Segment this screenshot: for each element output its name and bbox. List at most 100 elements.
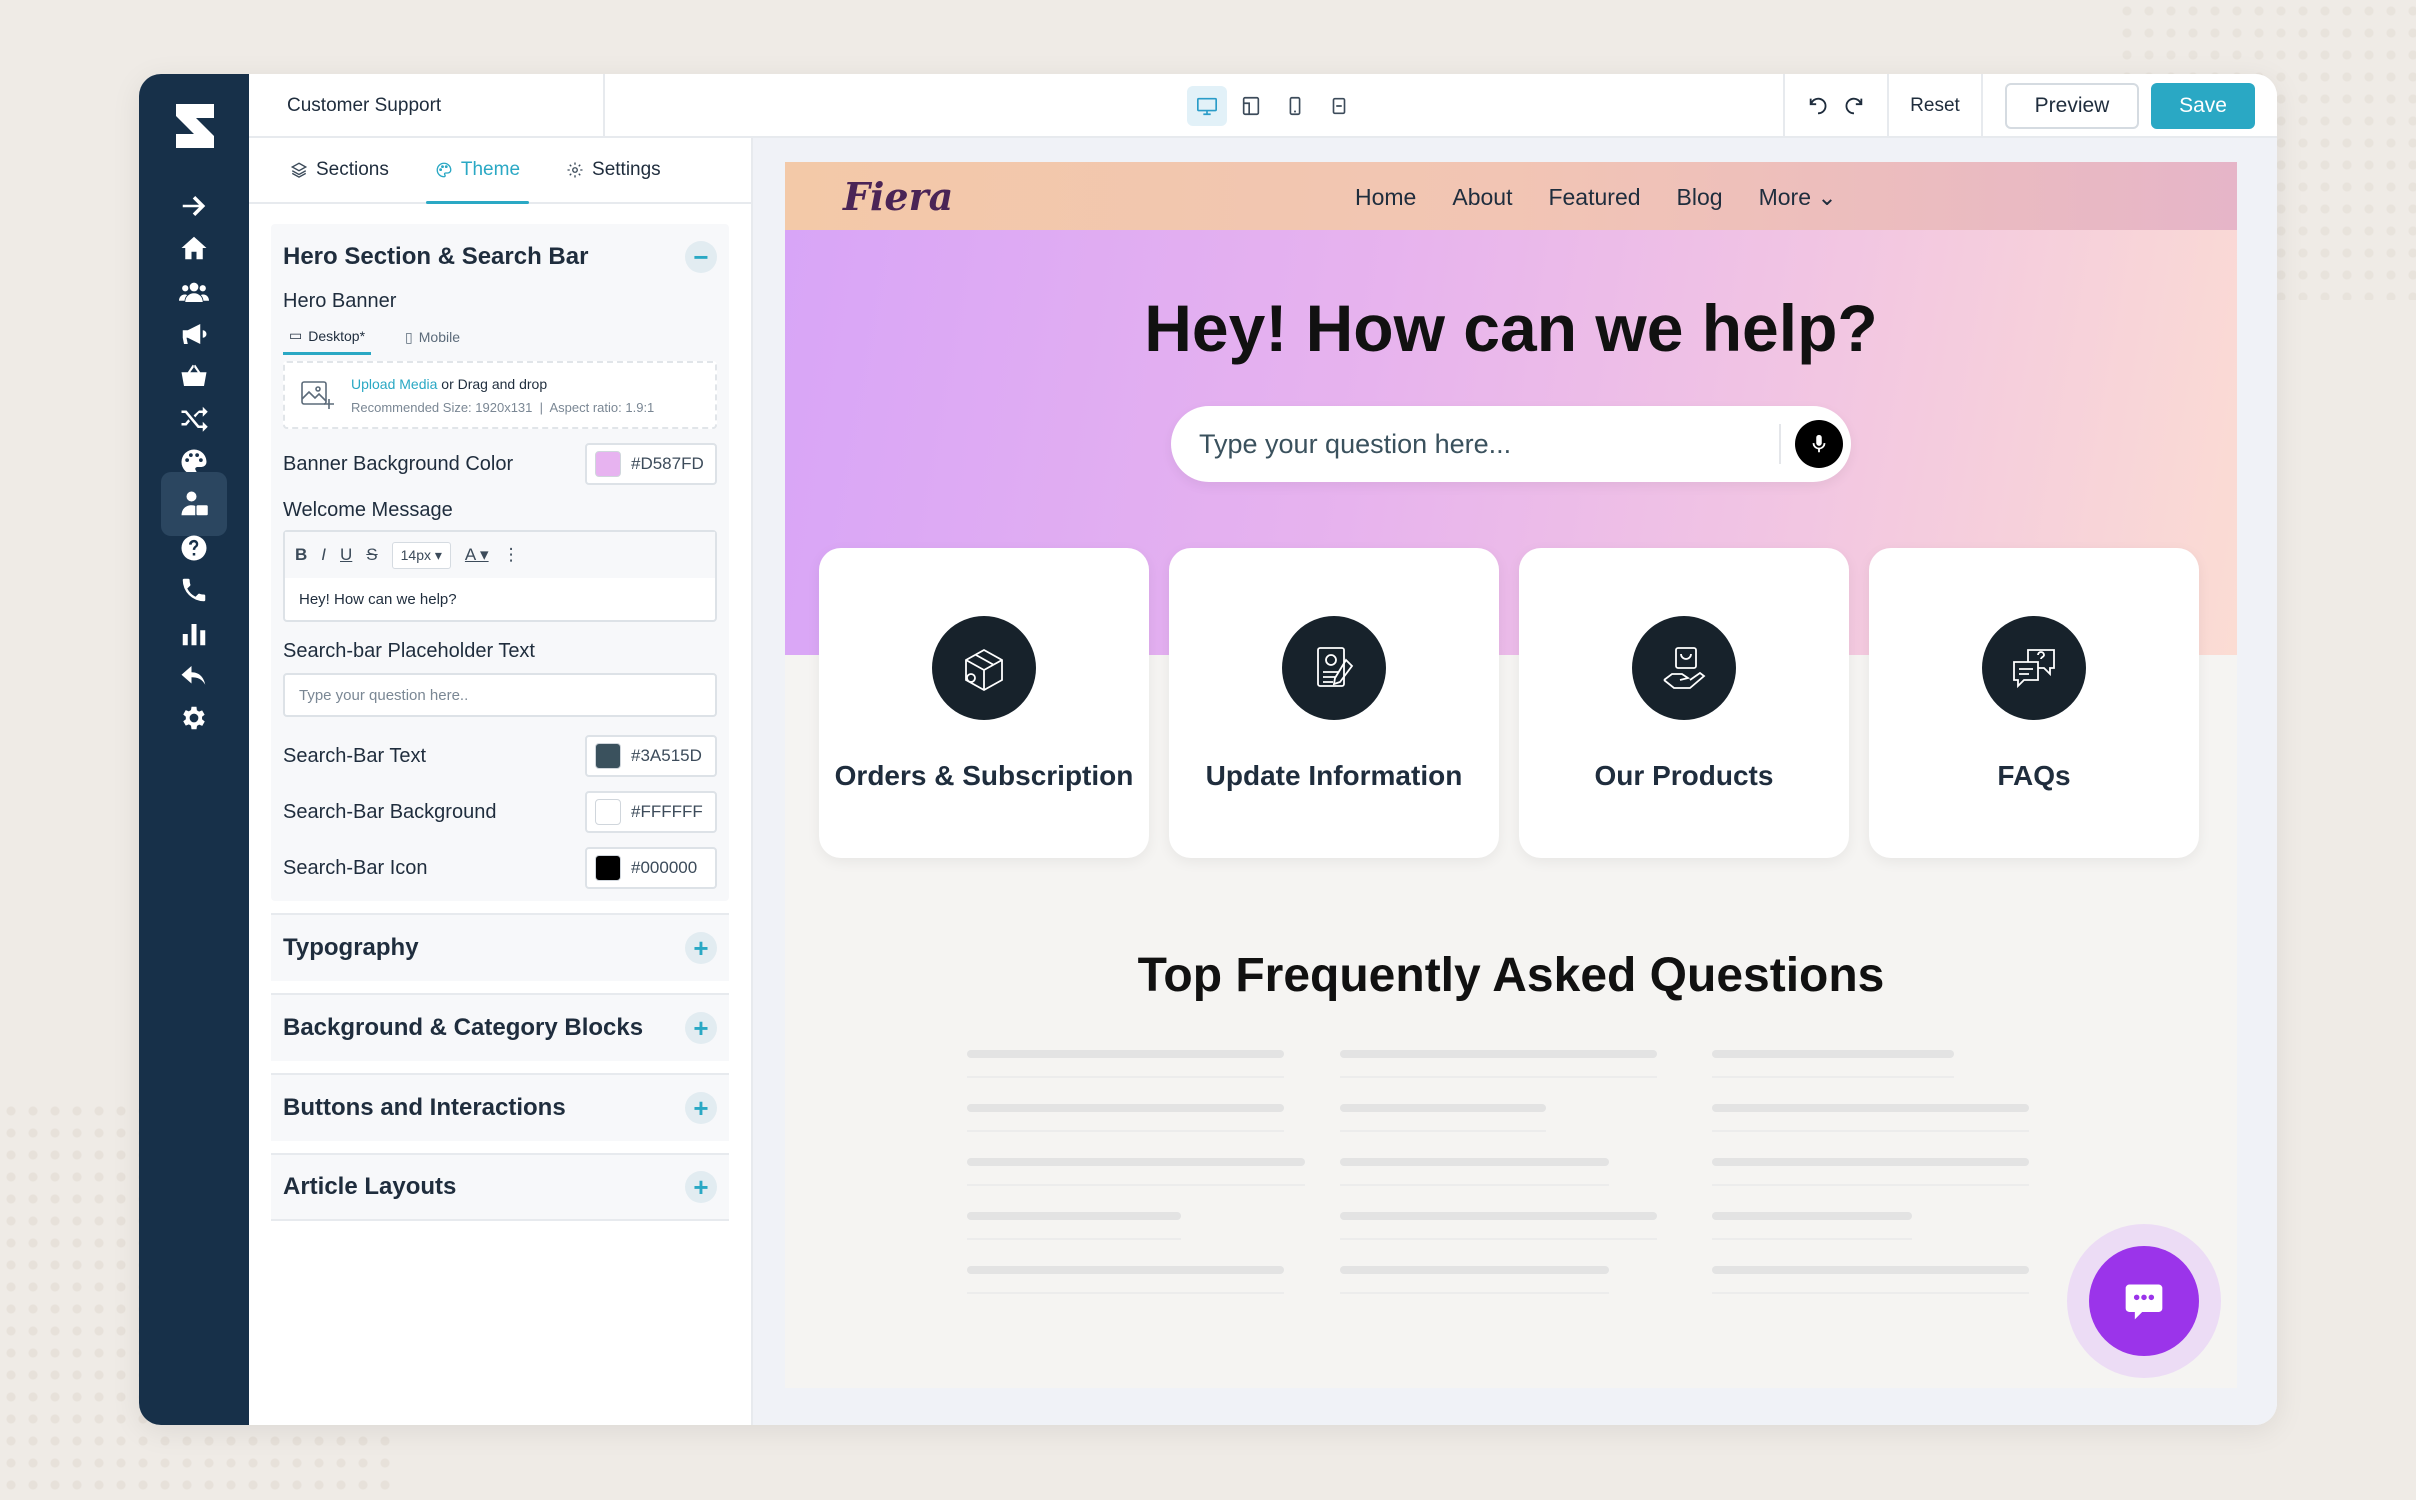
placeholder-input[interactable]: Type your question here..	[283, 673, 717, 717]
category-card[interactable]: FAQs	[1869, 548, 2199, 858]
color-value: #3A515D	[631, 746, 702, 765]
upload-dropzone[interactable]: Upload Media or Drag and drop Recommende…	[283, 361, 717, 429]
profile-document-icon	[1282, 616, 1386, 720]
bg-color-picker[interactable]: #D587FD	[585, 443, 717, 485]
bold-icon[interactable]: B	[295, 545, 307, 565]
gear-icon[interactable]	[161, 686, 227, 750]
chat-widget[interactable]	[2067, 1224, 2221, 1378]
welcome-label: Welcome Message	[283, 499, 453, 521]
color-chip	[595, 855, 621, 881]
more-options-icon[interactable]: ⋮	[503, 545, 520, 565]
nav-blog[interactable]: Blog	[1677, 184, 1723, 211]
desktop-icon: ▭	[289, 327, 303, 343]
expand-icon[interactable]: +	[685, 1092, 717, 1124]
desktop-icon[interactable]	[1187, 86, 1227, 126]
search-divider	[1779, 424, 1781, 464]
save-button[interactable]: Save	[2151, 83, 2255, 129]
section-title: Article Layouts	[283, 1173, 457, 1200]
preview-canvas: Fiera Home About Featured Blog More ⌄ He…	[753, 138, 2277, 1425]
hero-section-header[interactable]: Hero Section & Search Bar −	[271, 224, 729, 290]
faq-column	[1712, 1050, 2057, 1320]
editor-toolbar: B I U S 14px ▾ A ▾ ⋮	[285, 532, 715, 578]
color-chip	[595, 451, 621, 477]
preview-button[interactable]: Preview	[2005, 83, 2139, 129]
site-navbar: Fiera Home About Featured Blog More ⌄	[785, 162, 2237, 230]
section-title: Background & Category Blocks	[283, 1014, 644, 1041]
color-value: #000000	[631, 858, 698, 877]
card-label: FAQs	[1997, 760, 2071, 791]
upload-drag-text: Drag and drop	[457, 375, 548, 392]
microphone-icon[interactable]	[1795, 420, 1843, 468]
redo-icon[interactable]	[1843, 95, 1865, 117]
card-label: Our Products	[1594, 760, 1774, 791]
hero-search-bar[interactable]: Type your question here...	[1171, 406, 1851, 482]
reset-button[interactable]: Reset	[1887, 74, 1983, 138]
placeholder-line	[1339, 1104, 1547, 1132]
toolbar-actions: Reset Preview Save	[1783, 74, 2277, 138]
placeholder-line	[967, 1212, 1181, 1240]
nav-home[interactable]: Home	[1355, 184, 1416, 211]
logo-icon	[176, 104, 214, 148]
background-blocks-section[interactable]: Background & Category Blocks +	[271, 993, 729, 1061]
sb-icon-color-picker[interactable]: #000000	[585, 847, 717, 889]
underline-icon[interactable]: U	[340, 545, 352, 565]
upload-or: or	[441, 375, 454, 392]
font-size-select[interactable]: 14px ▾	[391, 541, 451, 569]
placeholder-line	[967, 1104, 1285, 1132]
placeholder-line	[1712, 1212, 1913, 1240]
brand-logo[interactable]: Fiera	[843, 174, 953, 219]
text-color-icon[interactable]: A ▾	[465, 545, 489, 565]
welcome-text[interactable]: Hey! How can we help?	[285, 578, 715, 620]
nav-more-label: More	[1758, 184, 1811, 210]
banner-device-tabs: ▭ Desktop* ▯ Mobile	[283, 327, 717, 355]
expand-icon[interactable]: +	[685, 932, 717, 964]
bg-color-label: Banner Background Color	[283, 452, 514, 475]
category-card[interactable]: Our Products	[1519, 548, 1849, 858]
tablet-landscape-icon[interactable]	[1231, 86, 1271, 126]
subtab-mobile[interactable]: ▯ Mobile	[399, 327, 466, 355]
site-nav-links: Home About Featured Blog More ⌄	[1355, 184, 1837, 211]
sb-text-color-picker[interactable]: #3A515D	[585, 735, 717, 777]
nav-featured[interactable]: Featured	[1548, 184, 1640, 211]
subtab-label: Mobile	[418, 329, 461, 345]
placeholder-line	[967, 1050, 1285, 1078]
expand-icon[interactable]: +	[685, 1012, 717, 1044]
nav-about[interactable]: About	[1452, 184, 1512, 211]
color-chip	[595, 799, 621, 825]
sb-bg-color-picker[interactable]: #FFFFFF	[585, 791, 717, 833]
collapse-icon[interactable]: −	[685, 241, 717, 273]
upload-media-link[interactable]: Upload Media	[351, 376, 437, 392]
placeholder-line	[1712, 1050, 1954, 1078]
hero-banner-label: Hero Banner	[283, 290, 397, 312]
tab-settings[interactable]: Settings	[543, 138, 684, 202]
faq-column	[967, 1050, 1312, 1320]
typography-section[interactable]: Typography +	[271, 913, 729, 981]
mobile-icon: ▯	[405, 328, 413, 345]
expand-icon[interactable]: +	[685, 1171, 717, 1203]
tab-label: Sections	[316, 159, 389, 180]
buttons-section[interactable]: Buttons and Interactions +	[271, 1073, 729, 1141]
subtab-desktop[interactable]: ▭ Desktop*	[283, 327, 372, 355]
mobile-icon[interactable]	[1275, 86, 1315, 126]
history-controls	[1783, 74, 1887, 138]
faq-placeholder-lines	[967, 1050, 2057, 1320]
site-preview: Fiera Home About Featured Blog More ⌄ He…	[785, 162, 2237, 1388]
placeholder-line	[967, 1266, 1285, 1294]
faq-column	[1339, 1050, 1685, 1320]
settings-panel: Sections Theme Settings Hero Section & S…	[249, 138, 753, 1425]
nav-more[interactable]: More ⌄	[1759, 184, 1837, 211]
placeholder-line	[1339, 1050, 1657, 1078]
category-card[interactable]: Orders & Subscription	[819, 548, 1149, 858]
undo-icon[interactable]	[1807, 95, 1829, 117]
top-bar: Customer Support Reset Preview Save	[249, 74, 2277, 138]
article-layouts-section[interactable]: Article Layouts +	[271, 1153, 729, 1221]
strikethrough-icon[interactable]: S	[366, 545, 377, 565]
sb-text-label: Search-Bar Text	[283, 744, 427, 767]
tab-sections[interactable]: Sections	[267, 138, 412, 202]
question-chat-icon	[1982, 616, 2086, 720]
category-card[interactable]: Update Information	[1169, 548, 1499, 858]
tab-theme[interactable]: Theme	[412, 138, 543, 204]
resize-icon[interactable]	[1319, 86, 1359, 126]
italic-icon[interactable]: I	[321, 545, 326, 565]
welcome-editor: B I U S 14px ▾ A ▾ ⋮ Hey! How can we hel…	[283, 530, 717, 622]
